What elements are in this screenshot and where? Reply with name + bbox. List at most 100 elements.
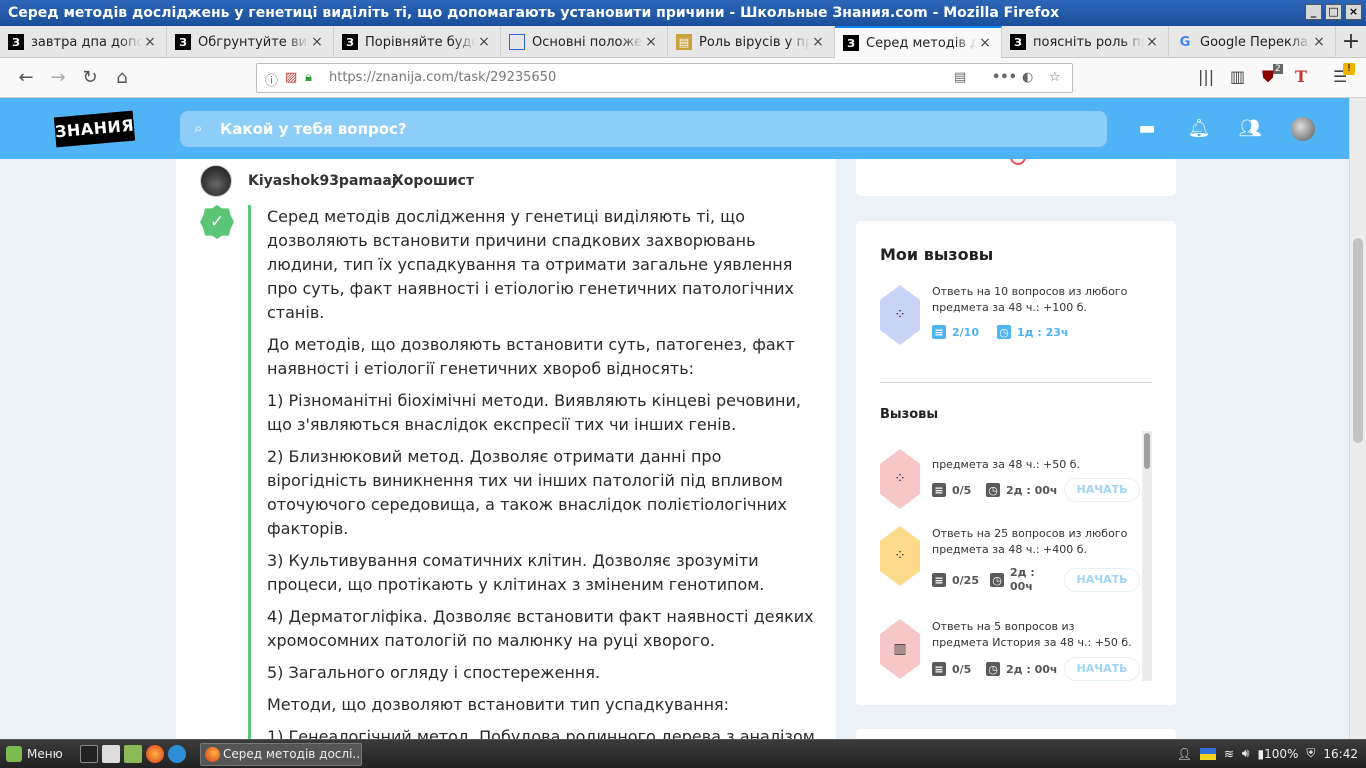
challenge-time: ◷ 1д : 23ч bbox=[997, 325, 1068, 339]
back-arrow-icon[interactable]: ← bbox=[14, 66, 38, 90]
taskbar-window-firefox[interactable]: Серед методів дослі... bbox=[200, 743, 362, 766]
start-challenge-button[interactable]: НАЧАТЬ bbox=[1064, 568, 1140, 592]
calculator-icon[interactable] bbox=[102, 745, 120, 763]
author-rank: · Хорошист bbox=[384, 173, 474, 189]
url-text[interactable]: https://znanija.com/task/29235650 bbox=[329, 70, 556, 85]
document-favicon-icon bbox=[509, 34, 525, 50]
answer-card: Kiyashok93pamaaj · Хорошист ✓ Серед мето… bbox=[176, 159, 836, 739]
bookmark-star-icon[interactable]: ☆ bbox=[1049, 70, 1061, 85]
window-titlebar: Серед методів досліджень у генетиці виді… bbox=[0, 0, 1366, 26]
clock[interactable]: 16:42 bbox=[1323, 747, 1358, 761]
start-menu-label: Меню bbox=[27, 747, 63, 761]
blocked-media-icon[interactable]: ▨ bbox=[285, 70, 297, 85]
tab-close-icon[interactable]: × bbox=[977, 35, 993, 51]
terminal-icon[interactable] bbox=[80, 745, 98, 763]
tab-close-icon[interactable]: × bbox=[643, 34, 659, 50]
wifi-icon[interactable]: ≋ bbox=[1224, 747, 1234, 761]
browser-tab[interactable]: З Порівняйте будов × bbox=[334, 26, 501, 58]
search-input[interactable]: ⌕ Какой у тебя вопрос? bbox=[180, 111, 1107, 147]
new-tab-button[interactable]: + bbox=[1336, 26, 1366, 57]
scrollbar-thumb[interactable] bbox=[1353, 238, 1363, 443]
ublock-count-badge: 2 bbox=[1273, 64, 1283, 74]
challenge-hexagon-icon: ⁘ bbox=[880, 449, 920, 509]
browser-tab[interactable]: G Google Переклада× bbox=[1169, 26, 1336, 58]
browser-tab[interactable]: Основні положен × bbox=[501, 26, 668, 58]
notifications-bell-icon[interactable]: 🔔︎ bbox=[1187, 117, 1211, 141]
challenge-text: предмета за 48 ч.: +50 б. bbox=[932, 458, 1081, 471]
browser-tab[interactable]: ▤ Роль вірусів у при × bbox=[668, 26, 835, 58]
page-actions-icon[interactable]: ••• bbox=[992, 70, 1017, 85]
os-taskbar: Меню Серед методів дослі... 👤︎ ≋ 🔊︎ ▮100… bbox=[0, 739, 1366, 768]
reload-icon[interactable]: ↻ bbox=[78, 66, 102, 90]
user-icon[interactable]: 👤︎ bbox=[1177, 747, 1192, 761]
info-icon[interactable]: ⓘ bbox=[265, 70, 278, 89]
challenge-hexagon-icon: ⁘ bbox=[880, 285, 920, 345]
user-avatar[interactable] bbox=[1291, 117, 1315, 141]
page-content: Kiyashok93pamaaj · Хорошист ✓ Серед мето… bbox=[0, 159, 1349, 739]
library-icon[interactable]: ||| bbox=[1198, 67, 1214, 86]
challenge-progress: ≡ 0/25 bbox=[932, 573, 979, 587]
znanija-favicon-icon: З bbox=[843, 35, 859, 51]
forward-arrow-icon[interactable]: → bbox=[46, 66, 70, 90]
znanija-favicon-icon: З bbox=[342, 34, 358, 50]
znanija-favicon-icon: З bbox=[175, 34, 191, 50]
tab-label: Порівняйте будов bbox=[365, 34, 476, 50]
challenge-progress: ≡ 0/5 bbox=[932, 662, 971, 676]
browser-tab[interactable]: Ззавтра дпа допом × bbox=[0, 26, 167, 58]
tab-close-icon[interactable]: × bbox=[810, 34, 826, 50]
page-scrollbar[interactable] bbox=[1349, 98, 1366, 739]
site-logo[interactable]: ЗНАНИЯ bbox=[53, 110, 136, 148]
answer-paragraph: Методи, що дозволяют встановити тип успа… bbox=[267, 695, 730, 714]
update-alert-icon[interactable]: ! bbox=[1343, 63, 1355, 75]
reader-view-icon[interactable]: ▤ bbox=[954, 70, 966, 85]
challenges-title: Вызовы bbox=[880, 407, 939, 422]
search-icon: ⌕ bbox=[194, 119, 203, 137]
home-icon[interactable]: ⌂ bbox=[110, 66, 134, 90]
browser-tab-active[interactable]: З Серед методів дос× bbox=[835, 26, 1002, 58]
divider bbox=[880, 382, 1152, 383]
volume-icon[interactable]: 🔊︎ bbox=[1242, 746, 1250, 761]
browser-tab[interactable]: З Обгрунтуйте визн× bbox=[167, 26, 334, 58]
author-name[interactable]: Kiyashok93pamaaj bbox=[248, 173, 397, 189]
author-avatar[interactable] bbox=[200, 165, 232, 197]
keyboard-layout-flag-icon[interactable] bbox=[1199, 747, 1216, 760]
challenge-text: Ответь на 25 вопросов из любого предмета… bbox=[932, 527, 1128, 556]
battery-indicator[interactable]: ▮100% bbox=[1257, 747, 1298, 761]
start-menu-button[interactable]: Меню bbox=[6, 746, 63, 762]
tab-label: Серед методів дос bbox=[866, 35, 977, 51]
tab-label: Роль вірусів у при bbox=[699, 34, 810, 50]
site-header: ЗНАНИЯ ⌕ Какой у тебя вопрос? ▬ 🔔︎ 👥︎ bbox=[0, 98, 1349, 159]
shield-icon[interactable]: ⛨ bbox=[1306, 746, 1315, 761]
tab-close-icon[interactable]: × bbox=[309, 34, 325, 50]
firefox-icon[interactable] bbox=[146, 745, 164, 763]
tab-label: Основні положен bbox=[532, 34, 643, 50]
taskbar-window-label: Серед методів дослі... bbox=[223, 747, 362, 761]
tab-close-icon[interactable]: × bbox=[1144, 34, 1160, 50]
znanija-favicon-icon: З bbox=[1010, 34, 1026, 50]
sidebar-bottom-card bbox=[856, 729, 1176, 739]
close-icon[interactable]: × bbox=[1345, 4, 1362, 20]
challenge-progress: ≡ 2/10 bbox=[932, 325, 979, 339]
scrollbar-thumb[interactable] bbox=[1144, 433, 1150, 469]
files-icon[interactable] bbox=[124, 745, 142, 763]
messages-icon[interactable]: ▬ bbox=[1135, 117, 1159, 141]
lock-icon[interactable]: 🔒︎ bbox=[305, 70, 312, 85]
browser-tab[interactable]: Зпоясніть роль при× bbox=[1002, 26, 1169, 58]
challenge-time: ◷ 2д : 00ч bbox=[986, 483, 1057, 497]
answer-paragraph: 5) Загального огляду і спостереження. bbox=[267, 663, 601, 682]
tab-close-icon[interactable]: × bbox=[1311, 34, 1327, 50]
challenge-progress: ≡ 0/5 bbox=[932, 483, 971, 497]
friends-icon[interactable]: 👥︎ bbox=[1238, 117, 1262, 141]
address-bar[interactable]: ⓘ ▨ 🔒︎ https://znanija.com/task/29235650… bbox=[256, 63, 1073, 93]
tab-close-icon[interactable]: × bbox=[476, 34, 492, 50]
start-challenge-button[interactable]: НАЧАТЬ bbox=[1064, 657, 1140, 681]
challenges-scrollbar[interactable] bbox=[1142, 431, 1152, 681]
sidebar-icon[interactable]: ▥ bbox=[1230, 67, 1245, 86]
translate-extension-icon[interactable]: T bbox=[1295, 67, 1307, 86]
start-challenge-button[interactable]: НАЧАТЬ bbox=[1064, 478, 1140, 502]
tab-close-icon[interactable]: × bbox=[142, 34, 158, 50]
pocket-icon[interactable]: ◐ bbox=[1022, 70, 1033, 85]
messenger-icon[interactable] bbox=[168, 745, 186, 763]
maximize-icon[interactable]: □ bbox=[1325, 4, 1342, 20]
minimize-icon[interactable]: _ bbox=[1305, 4, 1322, 20]
